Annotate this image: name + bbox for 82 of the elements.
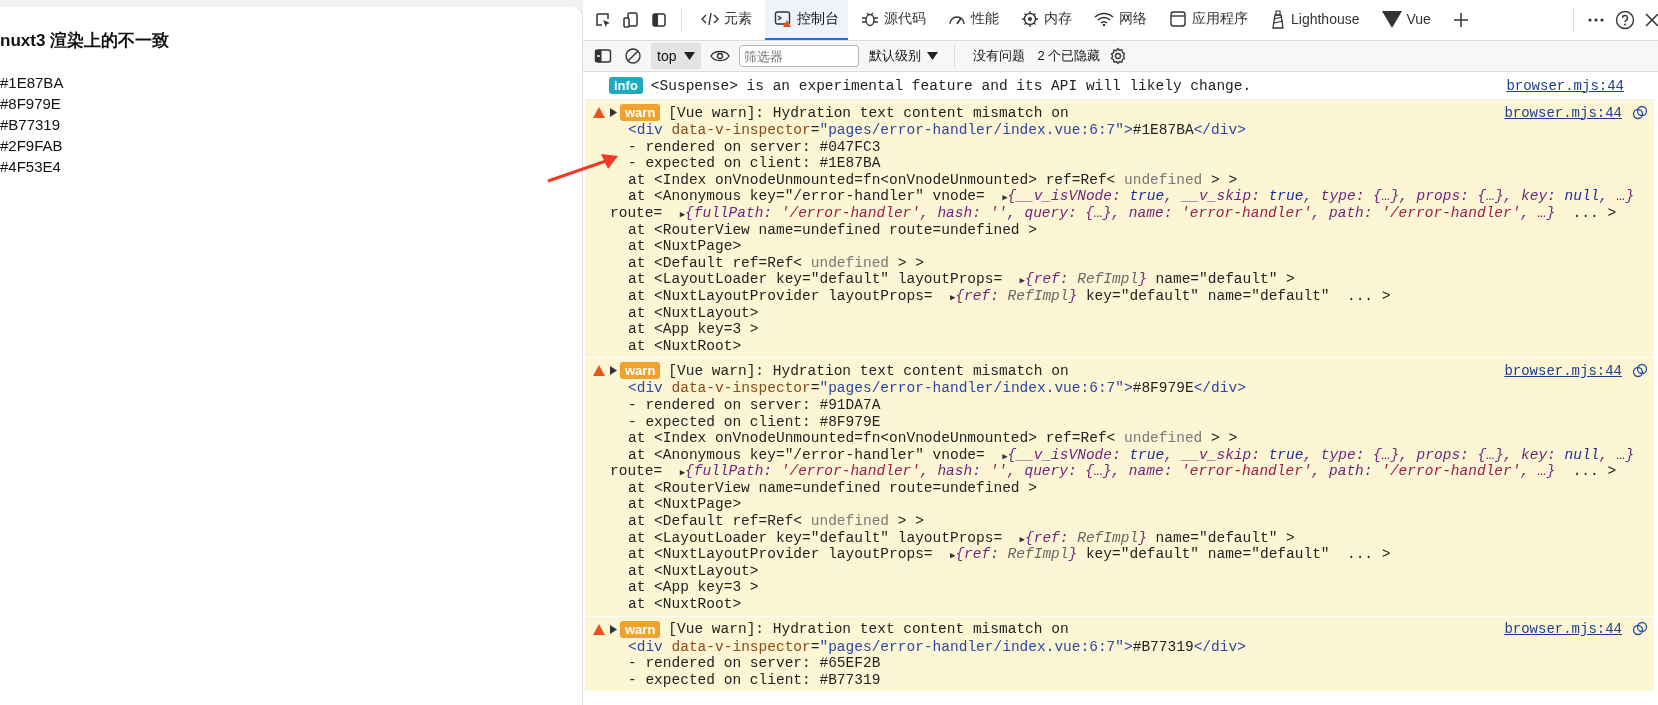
message-text: [Vue warn]: Hydration text content mismatch on bbox=[668, 104, 1069, 121]
devtools-tab[interactable]: 应用程序 bbox=[1160, 0, 1257, 40]
issues-status[interactable]: 没有问题 bbox=[973, 47, 1026, 65]
trace-line: at <NuxtLayoutProvider layoutProps= ▶{ref: RefImpl} key="default" name="default" ... > bbox=[627, 546, 1392, 563]
log-levels-dropdown[interactable]: 默认级别 bbox=[865, 47, 943, 65]
insight-icon[interactable] bbox=[1632, 621, 1648, 638]
expand-toggle-icon[interactable] bbox=[610, 108, 617, 117]
console-icon[interactable] bbox=[774, 10, 792, 28]
context-dropdown[interactable]: top bbox=[651, 43, 702, 69]
vue-logo-icon[interactable] bbox=[1381, 10, 1402, 28]
expand-toggle-icon[interactable] bbox=[610, 366, 617, 376]
color-code: #8F979E bbox=[0, 94, 61, 114]
trace-line: at <Default ref=Ref< undefined > > bbox=[627, 513, 925, 530]
message-text: [Vue warn]: Hydration text content mismatch on bbox=[668, 621, 1069, 638]
trace-line: at <RouterView name=undefined route=undefined > bbox=[627, 221, 1038, 239]
lighthouse-icon[interactable] bbox=[1270, 9, 1286, 29]
trace-line: - expected on client: #1E87BA bbox=[627, 155, 882, 172]
trace-line: <div data-v-inspector="pages/error-handler/index.vue:6:7">#B77319</div> bbox=[627, 638, 1247, 656]
warning-icon bbox=[593, 107, 605, 118]
source-link[interactable]: browser.mjs:44 bbox=[1504, 621, 1622, 638]
trace-line: at <App key=3 > bbox=[627, 321, 760, 338]
trace-line: at <NuxtPage> bbox=[627, 238, 743, 255]
devtools-tab[interactable]: 性能 bbox=[939, 0, 1008, 40]
message-text: <Suspense> is an experimental feature and its API will likely change. bbox=[650, 77, 1252, 94]
devtools-tab[interactable]: 内存 bbox=[1012, 0, 1081, 40]
level-badge: info bbox=[609, 77, 643, 94]
trace-line: at <Index onVnodeUnmounted=fn<onVnodeUnmounted> ref=Ref< undefined > > bbox=[627, 171, 1239, 189]
trace-line: at <NuxtRoot> bbox=[627, 596, 743, 613]
level-badge: warn bbox=[620, 362, 661, 380]
trace-line: at <LayoutLoader key="default" layoutProps= ▶{ref: RefImpl} name="default" > bbox=[627, 529, 1296, 547]
trace-line: at <Index onVnodeUnmounted=fn<onVnodeUnmounted> ref=Ref< undefined > > bbox=[627, 430, 1239, 447]
level-badge: warn bbox=[620, 104, 661, 121]
trace-line: at <NuxtPage> bbox=[627, 496, 743, 514]
code-icon[interactable] bbox=[701, 11, 719, 27]
trace-line: at <LayoutLoader key="default" layoutProps= ▶{ref: RefImpl} name="default" > bbox=[627, 271, 1296, 288]
level-badge: warn bbox=[620, 620, 661, 638]
devtools-tab[interactable]: Vue bbox=[1372, 0, 1440, 40]
trace-line: at <NuxtLayoutProvider layoutProps= ▶{ref: RefImpl} key="default" name="default" ... > bbox=[627, 287, 1392, 305]
trace-line: at <Default ref=Ref< undefined > > bbox=[627, 254, 925, 272]
trace-line: at <NuxtLayout> bbox=[627, 304, 760, 322]
devtools-tab[interactable]: 元素 bbox=[692, 0, 761, 40]
devtools-tab[interactable]: 源代码 bbox=[852, 0, 935, 40]
color-code: #B77319 bbox=[0, 115, 61, 135]
expand-toggle-icon[interactable] bbox=[610, 624, 617, 634]
wifi-icon[interactable] bbox=[1094, 11, 1114, 27]
page-heading: nuxt3 渲染上的不一致 bbox=[0, 30, 170, 52]
trace-line: route= ▶{fullPath: '/error-handler', hash: '', query: {…}, name: 'error-handler', path: '/error-handler', …} ... > bbox=[609, 204, 1618, 222]
color-code: #2F9FAB bbox=[0, 136, 63, 156]
caret-icon[interactable] bbox=[684, 52, 696, 60]
insight-icon[interactable] bbox=[1632, 104, 1648, 121]
trace-line: at <App key=3 > bbox=[627, 579, 760, 597]
trace-line: at <Anonymous key="/error-handler" vnode= ▶{__v_isVNode: true, __v_skip: true, type: {…}, props: {…}, key: null, …} bbox=[627, 446, 1632, 464]
trace-line: - rendered on server: #65EF2B bbox=[627, 655, 882, 672]
caret-icon[interactable] bbox=[927, 52, 939, 60]
chip-icon[interactable] bbox=[1021, 10, 1039, 28]
trace-line: at <NuxtLayout> bbox=[627, 562, 760, 580]
message-text: [Vue warn]: Hydration text content mismatch on bbox=[668, 362, 1069, 379]
trace-line: - rendered on server: #047FC3 bbox=[627, 138, 882, 156]
window-icon[interactable] bbox=[1169, 10, 1187, 28]
source-link[interactable]: browser.mjs:44 bbox=[1504, 104, 1622, 121]
devtools-tab[interactable]: 控制台 bbox=[765, 0, 848, 40]
trace-line: at <NuxtRoot> bbox=[627, 337, 743, 355]
trace-line: - rendered on server: #91DA7A bbox=[627, 396, 882, 414]
color-code: #1E87BA bbox=[0, 73, 64, 93]
source-link[interactable]: browser.mjs:44 bbox=[1504, 362, 1622, 379]
hidden-count: 2 个已隐藏 bbox=[1037, 47, 1101, 65]
insight-icon[interactable] bbox=[1632, 362, 1648, 379]
source-link[interactable]: browser.mjs:44 bbox=[1506, 77, 1624, 94]
devtools-tab[interactable]: Lighthouse bbox=[1261, 0, 1369, 40]
trace-line: route= ▶{fullPath: '/error-handler', hash: '', query: {…}, name: 'error-handler', path: '/error-handler', …} ... > bbox=[609, 463, 1618, 480]
warning-icon bbox=[593, 623, 605, 635]
devtools-tab[interactable]: 网络 bbox=[1085, 0, 1156, 40]
color-code: #4F53E4 bbox=[0, 157, 61, 177]
trace-line: <div data-v-inspector="pages/error-handler/index.vue:6:7">#8F979E</div> bbox=[627, 380, 1247, 397]
filter-field[interactable]: 筛选器 bbox=[739, 45, 860, 67]
trace-line: at <Anonymous key="/error-handler" vnode= ▶{__v_isVNode: true, __v_skip: true, type: {…}, props: {…}, key: null, …} bbox=[627, 188, 1632, 205]
trace-line: at <RouterView name=undefined route=undefined > bbox=[627, 479, 1038, 497]
trace-line: <div data-v-inspector="pages/error-handler/index.vue:6:7">#1E87BA</div> bbox=[627, 122, 1247, 139]
trace-line: - expected on client: #8F979E bbox=[627, 413, 882, 431]
trace-line: - expected on client: #B77319 bbox=[627, 671, 882, 689]
bug-icon[interactable] bbox=[861, 10, 879, 28]
warning-icon bbox=[593, 365, 605, 377]
